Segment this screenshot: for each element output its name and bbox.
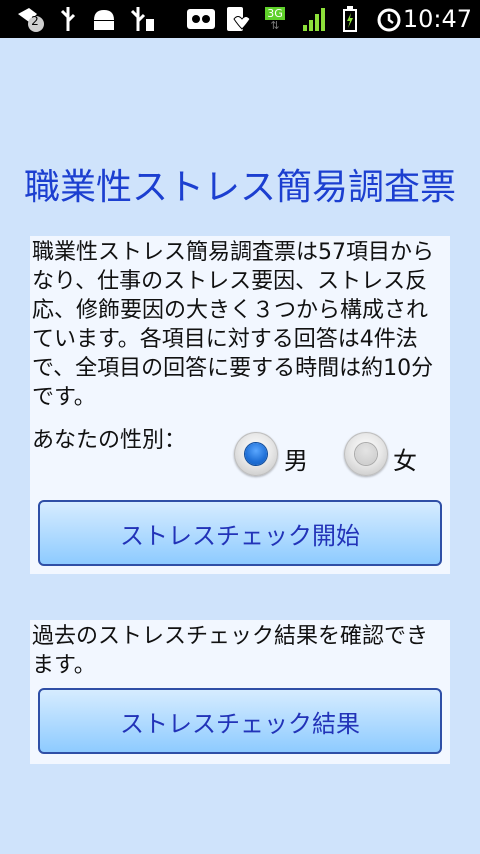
alarm-icon [374, 4, 404, 34]
network-type-label: 3G [265, 6, 285, 20]
stress-check-result-button[interactable]: ストレスチェック結果 [38, 688, 442, 754]
gender-male-radio[interactable] [234, 432, 278, 476]
history-description: 過去のストレスチェック結果を確認できます。 [32, 624, 429, 678]
usb-storage-icon [128, 4, 156, 34]
radio-selected-dot [245, 443, 267, 465]
signal-strength-icon [300, 4, 330, 34]
radio-unselected-dot [355, 443, 377, 465]
notification-badge-icon: 2 [14, 4, 48, 34]
battery-icon [340, 4, 360, 34]
android-debug-icon [90, 4, 118, 34]
page-title: 職業性ストレス簡易調査票 [23, 167, 456, 208]
start-stress-check-button[interactable]: ストレスチェック開始 [38, 500, 442, 566]
notification-count: 2 [31, 14, 39, 28]
gender-label: あなたの性別： [32, 428, 187, 453]
status-bar: 2 3G ⇅ 10:47 [0, 0, 480, 38]
usb-icon [56, 4, 80, 34]
network-type-icon: 3G ⇅ [265, 6, 285, 32]
intro-description: 職業性ストレス簡易調査票は57項目からなり、仕事のストレス要因、ストレス反応、修… [32, 240, 434, 410]
status-time: 10:47 [402, 5, 472, 33]
gender-male-label[interactable]: 男 [284, 441, 308, 476]
gender-female-label[interactable]: 女 [393, 441, 417, 476]
intro-panel: 職業性ストレス簡易調査票は57項目からなり、仕事のストレス要因、ストレス反応、修… [30, 236, 450, 574]
gender-female-radio[interactable] [344, 432, 388, 476]
phone-favorite-icon [224, 4, 254, 34]
history-panel: 過去のストレスチェック結果を確認できます。 ストレスチェック結果 [30, 620, 450, 764]
voicemail-icon [186, 4, 216, 34]
